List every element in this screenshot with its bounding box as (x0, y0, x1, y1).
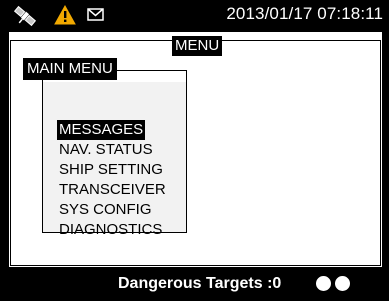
datetime-display: 2013/01/17 07:18:11 (226, 4, 383, 23)
status-indicator-2 (335, 276, 350, 291)
menu-item-sys-config[interactable]: SYS CONFIG (57, 200, 168, 220)
menu-item-ship-setting[interactable]: SHIP SETTING (57, 160, 168, 180)
dangerous-targets-label: Dangerous Targets :0 (118, 275, 282, 292)
menu-item-nav-status[interactable]: NAV. STATUS (57, 140, 168, 160)
warning-icon (54, 5, 76, 25)
main-screen: MENU MAIN MENU MESSAGES NAV. STATUS SHIP… (9, 32, 382, 267)
screen-title: MENU (172, 36, 223, 56)
menu-item-messages[interactable]: MESSAGES (57, 120, 146, 140)
mail-icon (87, 8, 104, 21)
main-menu-title: MAIN MENU (23, 58, 117, 80)
menu-item-diagnostics[interactable]: DIAGNOSTICS (57, 220, 168, 240)
device-display: 2013/01/17 07:18:11 MENU MAIN MENU MESSA… (0, 0, 389, 301)
status-indicator-1 (316, 276, 331, 291)
main-menu-list: MESSAGES NAV. STATUS SHIP SETTING TRANSC… (57, 120, 168, 240)
menu-item-transceiver[interactable]: TRANSCEIVER (57, 180, 168, 200)
satellite-icon (13, 5, 37, 27)
footer-bar: Dangerous Targets :0 (0, 268, 389, 301)
status-bar: 2013/01/17 07:18:11 (0, 0, 389, 32)
